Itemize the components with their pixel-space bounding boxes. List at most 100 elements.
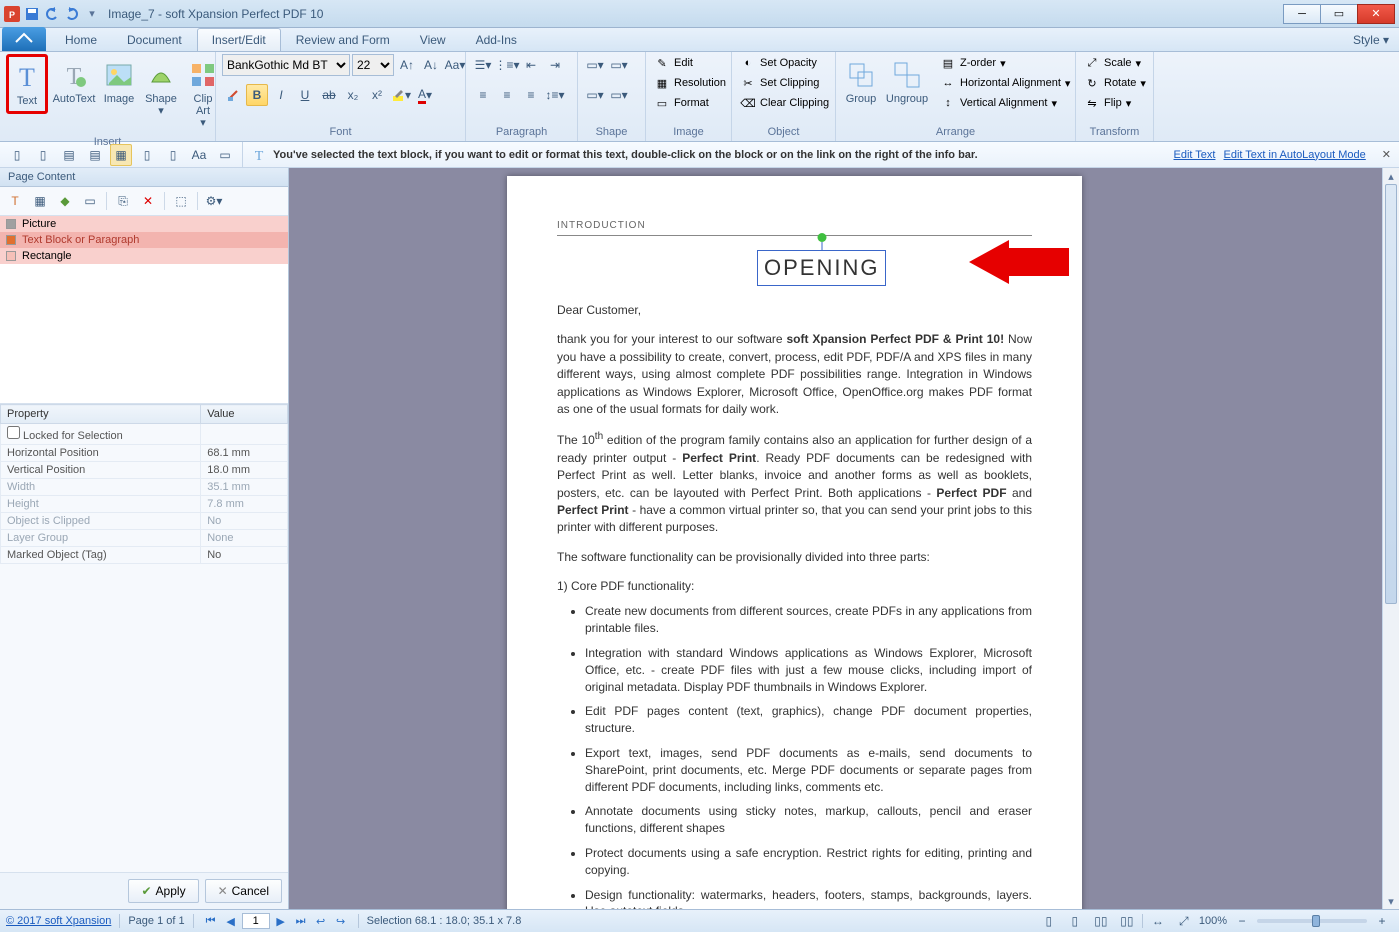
prop-value[interactable]: 7.8 mm xyxy=(201,496,288,513)
tab-view[interactable]: View xyxy=(405,28,461,51)
align-center-icon[interactable]: ≡ xyxy=(496,84,518,106)
qat-dropdown-icon[interactable]: ▾ xyxy=(84,6,100,22)
font-size-select[interactable]: 22 xyxy=(352,54,394,76)
view-single-icon[interactable]: ▯ xyxy=(1038,910,1060,932)
save-icon[interactable] xyxy=(24,6,40,22)
ungroup-button[interactable]: Ungroup xyxy=(884,54,930,110)
scroll-up-icon[interactable]: ▴ xyxy=(1383,168,1399,184)
line-spacing-icon[interactable]: ↕≡▾ xyxy=(544,84,566,106)
bookmarks-icon[interactable]: ▤ xyxy=(58,144,80,166)
halign-button[interactable]: ↔Horizontal Alignment ▾ xyxy=(938,74,1072,92)
font-name-select[interactable]: BankGothic Md BT xyxy=(222,54,350,76)
zoom-in-icon[interactable]: + xyxy=(1371,910,1393,932)
prop-value[interactable]: No xyxy=(201,513,288,530)
cancel-button[interactable]: ✕Cancel xyxy=(205,879,282,903)
indent-inc-icon[interactable]: ⇥ xyxy=(544,54,566,76)
fit-page-icon[interactable]: ⤢ xyxy=(1173,910,1195,932)
set-clipping-button[interactable]: ✂Set Clipping xyxy=(738,74,831,92)
highlight-icon[interactable]: ▾ xyxy=(390,84,412,106)
panel-shape-icon[interactable]: ◆ xyxy=(54,190,76,212)
next-page-icon[interactable]: ▶ xyxy=(272,913,290,929)
vertical-scrollbar[interactable]: ▴ ▾ xyxy=(1382,168,1399,909)
zoom-slider[interactable] xyxy=(1257,919,1367,923)
panel-delete-icon[interactable]: ✕ xyxy=(137,190,159,212)
subscript-icon[interactable]: x₂ xyxy=(342,84,364,106)
indent-dec-icon[interactable]: ⇤ xyxy=(520,54,542,76)
rotate-button[interactable]: ↻Rotate ▾ xyxy=(1082,74,1148,92)
panel-image-icon[interactable]: ▦ xyxy=(29,190,51,212)
panel-copy-icon[interactable]: ⎘ xyxy=(112,190,134,212)
zorder-button[interactable]: ▤Z-order ▾ xyxy=(938,54,1072,72)
image-resolution-button[interactable]: ▦Resolution xyxy=(652,74,728,92)
close-button[interactable]: ✕ xyxy=(1357,4,1395,24)
shape-outline-icon[interactable]: ▭▾ xyxy=(608,54,630,76)
comments-icon[interactable]: ▭ xyxy=(214,144,236,166)
align-right-icon[interactable]: ≡ xyxy=(520,84,542,106)
minimize-button[interactable]: ─ xyxy=(1283,4,1321,24)
shape-fill-icon[interactable]: ▭▾ xyxy=(584,54,606,76)
prop-value[interactable]: 68.1 mm xyxy=(201,445,288,462)
insert-image-button[interactable]: Image xyxy=(100,54,138,110)
group-button[interactable]: Group xyxy=(842,54,880,110)
bold-icon[interactable]: B xyxy=(246,84,268,106)
panel-settings-icon[interactable]: ⚙▾ xyxy=(203,190,225,212)
zoom-out-icon[interactable]: − xyxy=(1231,910,1253,932)
content-item[interactable]: Text Block or Paragraph xyxy=(0,232,288,248)
numbering-icon[interactable]: ⋮≡▾ xyxy=(496,54,518,76)
font-color-icon[interactable]: A▾ xyxy=(414,84,436,106)
tab-insert-edit[interactable]: Insert/Edit xyxy=(197,28,281,51)
undo-icon[interactable] xyxy=(44,6,60,22)
locked-checkbox[interactable] xyxy=(7,426,20,439)
image-format-button[interactable]: ▭Format xyxy=(652,94,728,112)
scroll-thumb[interactable] xyxy=(1385,184,1397,604)
grow-font-icon[interactable]: A↑ xyxy=(396,54,418,76)
align-left-icon[interactable]: ≡ xyxy=(472,84,494,106)
attachments-icon[interactable]: ▯ xyxy=(136,144,158,166)
prop-value[interactable]: No xyxy=(201,547,288,564)
content-icon[interactable]: ▦ xyxy=(110,144,132,166)
view-facing-icon[interactable]: ▯▯ xyxy=(1090,910,1112,932)
selected-text-block[interactable]: Opening xyxy=(757,250,886,286)
prop-value[interactable] xyxy=(201,424,288,445)
apply-button[interactable]: ✔Apply xyxy=(128,879,198,903)
clear-format-icon[interactable] xyxy=(222,84,244,106)
scroll-down-icon[interactable]: ▾ xyxy=(1383,893,1399,909)
style-menu[interactable]: Style ▾ xyxy=(1343,29,1399,51)
prev-page-icon[interactable]: ◀ xyxy=(222,913,240,929)
change-case-icon[interactable]: Aa▾ xyxy=(444,54,466,76)
scale-button[interactable]: ⤢Scale ▾ xyxy=(1082,54,1148,72)
redo-icon[interactable] xyxy=(64,6,80,22)
nav-back-icon[interactable]: ↩ xyxy=(312,913,330,929)
tab-review-and-form[interactable]: Review and Form xyxy=(281,28,405,51)
tab-add-ins[interactable]: Add-Ins xyxy=(461,28,532,51)
info-close-icon[interactable]: ✕ xyxy=(1374,148,1399,161)
edit-text-link[interactable]: Edit Text xyxy=(1174,149,1216,161)
copyright-link[interactable]: © 2017 soft Xpansion xyxy=(6,915,111,927)
insert-autotext-button[interactable]: TAutoText xyxy=(52,54,96,110)
bullets-icon[interactable]: ☰▾ xyxy=(472,54,494,76)
tab-home[interactable]: Home xyxy=(50,28,112,51)
underline-icon[interactable]: U xyxy=(294,84,316,106)
prop-value[interactable]: 18.0 mm xyxy=(201,462,288,479)
strike-icon[interactable]: ab xyxy=(318,84,340,106)
shape-style-icon[interactable]: ▭▾ xyxy=(584,84,606,106)
view-continuous-icon[interactable]: ▯ xyxy=(1064,910,1086,932)
shrink-font-icon[interactable]: A↓ xyxy=(420,54,442,76)
clear-clipping-button[interactable]: ⌫Clear Clipping xyxy=(738,94,831,112)
view-book-icon[interactable]: ▯▯ xyxy=(1116,910,1138,932)
prop-value[interactable]: 35.1 mm xyxy=(201,479,288,496)
shape-effect-icon[interactable]: ▭▾ xyxy=(608,84,630,106)
set-opacity-button[interactable]: ◐Set Opacity xyxy=(738,54,831,72)
content-item[interactable]: Picture xyxy=(0,216,288,232)
image-edit-button[interactable]: ✎Edit xyxy=(652,54,728,72)
page-number-input[interactable] xyxy=(242,913,270,929)
insert-text-button[interactable]: TText xyxy=(6,54,48,114)
panel-select-icon[interactable]: ⬚ xyxy=(170,190,192,212)
superscript-icon[interactable]: x² xyxy=(366,84,388,106)
page-thumbs-icon[interactable]: ▯ xyxy=(6,144,28,166)
flip-button[interactable]: ⇋Flip ▾ xyxy=(1082,94,1148,112)
page-icon[interactable]: ▯ xyxy=(32,144,54,166)
last-page-icon[interactable]: ⏭ xyxy=(292,913,310,929)
application-menu-button[interactable] xyxy=(2,27,46,51)
maximize-button[interactable]: ▭ xyxy=(1320,4,1358,24)
